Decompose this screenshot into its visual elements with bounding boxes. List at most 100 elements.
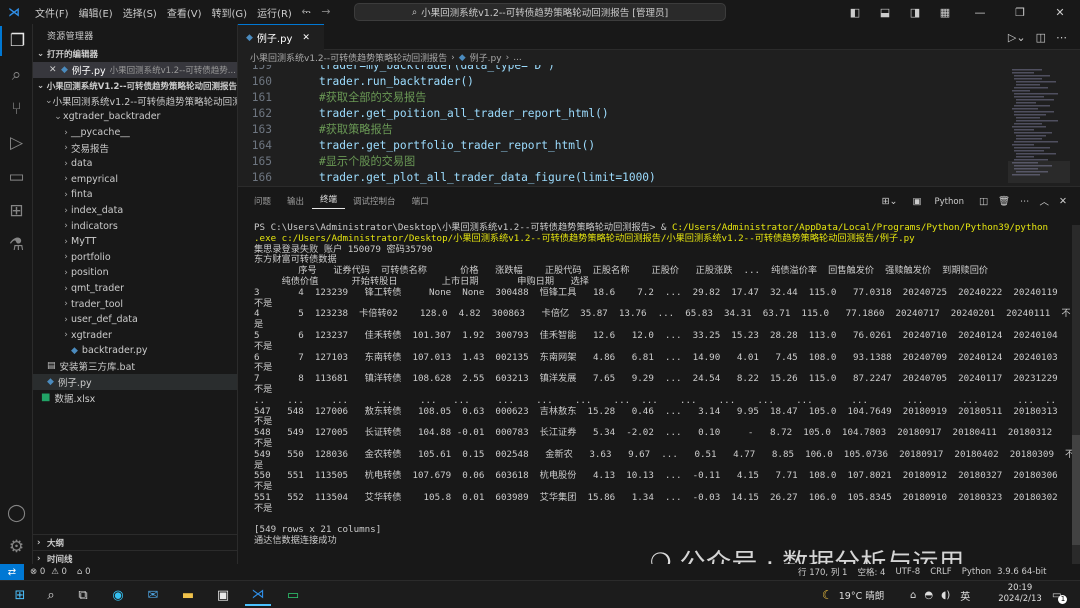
file-explorer-icon[interactable]: ▬: [175, 584, 201, 606]
extensions-icon[interactable]: ⊞: [0, 196, 33, 226]
split-editor-icon[interactable]: ◫: [1031, 31, 1051, 44]
toggle-secondary-sidebar-icon[interactable]: ◨: [900, 6, 930, 19]
interpreter-version[interactable]: 3.9.6 64-bit: [997, 567, 1046, 577]
open-editors-header[interactable]: ⌄ 打开的编辑器: [33, 46, 237, 62]
volume-icon[interactable]: ◖): [937, 590, 954, 601]
indentation[interactable]: 空格: 4: [857, 566, 885, 578]
command-center[interactable]: ⌕ 小果回测系统v1.2--可转债趋势策略轮动回测报告 [管理员]: [354, 3, 726, 21]
code-line[interactable]: 166 trader.get_plot_all_trader_data_figur…: [238, 169, 656, 185]
close-panel-icon[interactable]: ✕: [1054, 196, 1072, 207]
new-terminal-icon[interactable]: ⊞⌄: [877, 196, 903, 207]
testing-icon[interactable]: ⚗: [0, 230, 33, 260]
code-line[interactable]: 159 trader=my_backtrader(data_type='D'): [238, 65, 555, 73]
menu-file[interactable]: 文件(F): [30, 5, 74, 20]
line-ending[interactable]: CRLF: [930, 567, 951, 577]
mail-icon[interactable]: ✉: [140, 584, 166, 606]
account-icon[interactable]: ◯: [0, 498, 33, 528]
tree-file-install-bat[interactable]: ▤ 安装第三方库.bat: [33, 359, 237, 375]
remote-indicator-icon[interactable]: ⇄: [0, 564, 24, 580]
minimize-button[interactable]: —: [960, 6, 1000, 19]
encoding[interactable]: UTF-8: [895, 567, 920, 577]
outline-header[interactable]: › 大纲: [33, 534, 237, 550]
tree-file-example-py[interactable]: ◆ 例子.py: [33, 374, 237, 390]
tree-file-data-xlsx[interactable]: ■ 数据.xlsx: [33, 390, 237, 406]
task-view-icon[interactable]: ⧉: [70, 584, 96, 606]
code-editor[interactable]: 159 trader=my_backtrader(data_type='D') 16…: [238, 65, 1008, 185]
edge-icon[interactable]: ◉: [105, 584, 131, 606]
notification-center[interactable]: ▭ 1: [1052, 587, 1068, 604]
split-terminal-icon[interactable]: ◫: [974, 196, 993, 207]
toggle-sidebar-icon[interactable]: ◧: [840, 6, 870, 19]
menu-run[interactable]: 运行(R): [252, 5, 297, 20]
ports-count[interactable]: ⌂ 0: [77, 567, 91, 577]
customize-layout-icon[interactable]: ▦: [930, 6, 960, 19]
errors-count[interactable]: ⊗ 0: [30, 567, 45, 577]
tree-folder-item[interactable]: › __pycache__: [33, 125, 237, 141]
tree-folder-item[interactable]: › portfolio: [33, 250, 237, 266]
tree-folder-item[interactable]: › empyrical: [33, 172, 237, 188]
tab-output[interactable]: 输出: [279, 195, 312, 207]
code-line[interactable]: 165 #显示个股的交易图: [238, 153, 415, 169]
close-tab-icon[interactable]: ✕: [302, 33, 310, 43]
menu-edit[interactable]: 编辑(E): [74, 5, 118, 20]
start-icon[interactable]: ⊞: [7, 584, 33, 606]
tree-folder-item[interactable]: › position: [33, 265, 237, 281]
close-window-button[interactable]: ✕: [1040, 6, 1080, 19]
maximize-button[interactable]: ❐: [1000, 6, 1040, 19]
tab-problems[interactable]: 问题: [246, 195, 279, 207]
terminal-app-icon[interactable]: ▭: [280, 584, 306, 606]
settings-gear-icon[interactable]: ⚙: [0, 532, 33, 562]
tree-folder-root[interactable]: ⌄小果回测系统v1.2--可转债趋势策略轮动回测报告: [33, 94, 237, 110]
tab-example-py[interactable]: ◆ 例子.py ✕: [238, 24, 324, 50]
clock[interactable]: 20:19 2024/2/13: [990, 583, 1050, 605]
warnings-count[interactable]: ⚠ 0: [51, 567, 67, 577]
tab-debug-console[interactable]: 调试控制台: [345, 195, 404, 207]
kill-terminal-icon[interactable]: 🗑: [993, 196, 1015, 207]
tree-folder-item[interactable]: › 交易报告: [33, 140, 237, 156]
code-line[interactable]: 163 #获取策略报告: [238, 121, 393, 137]
code-line[interactable]: 160 trader.run_backtrader(): [238, 73, 474, 89]
menu-view[interactable]: 查看(V): [162, 5, 207, 20]
more-actions-icon[interactable]: ⋯: [1051, 31, 1072, 44]
scrollbar-thumb[interactable]: [1072, 435, 1080, 545]
back-arrow-icon[interactable]: ←: [296, 5, 316, 18]
open-editor-item[interactable]: ✕ ◆ 例子.py 小果回测系统v1.2--可转债趋势...: [33, 62, 237, 78]
search-icon[interactable]: ⌕: [38, 584, 64, 606]
maximize-panel-icon[interactable]: ︿: [1035, 194, 1055, 208]
tray-icon[interactable]: ⌂: [906, 590, 920, 601]
terminal-profile[interactable]: ▣ Python: [903, 196, 974, 207]
vscode-taskbar-icon[interactable]: ⋊: [245, 584, 271, 606]
minimap[interactable]: [1008, 65, 1070, 185]
tree-folder-item[interactable]: › MyTT: [33, 234, 237, 250]
cursor-position[interactable]: 行 170, 列 1: [798, 566, 847, 578]
code-line[interactable]: 161 #获取全部的交易报告: [238, 89, 427, 105]
store-icon[interactable]: ▣: [210, 584, 236, 606]
tree-folder-item[interactable]: › user_def_data: [33, 312, 237, 328]
toggle-panel-icon[interactable]: ⬓: [870, 6, 900, 19]
run-file-icon[interactable]: ▷⌄: [1003, 31, 1031, 44]
tab-ports[interactable]: 端口: [404, 195, 437, 207]
remote-explorer-icon[interactable]: ▭: [0, 162, 33, 192]
source-control-icon[interactable]: ⑂: [0, 94, 33, 124]
menu-go[interactable]: 转到(G): [207, 5, 253, 20]
tab-terminal[interactable]: 终端: [312, 193, 346, 209]
tree-file-backtrader-py[interactable]: ◆ backtrader.py: [33, 343, 237, 359]
forward-arrow-icon[interactable]: →: [316, 5, 336, 18]
run-debug-icon[interactable]: ▷: [0, 128, 33, 158]
code-line[interactable]: 164 trader.get_portfolio_trader_report_ht…: [238, 137, 595, 153]
weather-widget[interactable]: ☾ 19°C 晴朗: [822, 581, 884, 608]
tree-folder-item[interactable]: › index_data: [33, 203, 237, 219]
tree-folder-xgtrader-backtrader[interactable]: ⌄ xgtrader_backtrader: [33, 109, 237, 125]
terminal-output[interactable]: PS C:\Users\Administrator\Desktop\小果回测系统…: [254, 222, 1074, 563]
tree-folder-item[interactable]: › indicators: [33, 218, 237, 234]
tree-folder-item[interactable]: › qmt_trader: [33, 281, 237, 297]
network-icon[interactable]: ◓: [920, 590, 937, 601]
search-icon[interactable]: ⌕: [0, 60, 33, 90]
close-icon[interactable]: ✕: [49, 65, 61, 75]
code-line[interactable]: 162 trader.get_poition_all_trader_report_…: [238, 105, 609, 121]
workspace-header[interactable]: ⌄ 小果回测系统V1.2--可转债趋势策略轮动回测报告: [33, 78, 237, 94]
tree-folder-item[interactable]: › data: [33, 156, 237, 172]
explorer-icon[interactable]: ❐: [0, 26, 33, 56]
menu-selection[interactable]: 选择(S): [118, 5, 162, 20]
input-language[interactable]: 英: [954, 588, 976, 603]
